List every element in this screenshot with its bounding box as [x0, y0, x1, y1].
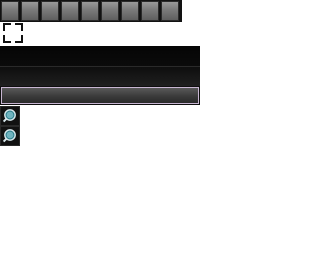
- corner-top-right: [15, 23, 23, 31]
- toolbar-tile-3[interactable]: [41, 1, 59, 21]
- zoom-in-icon: [2, 109, 16, 123]
- zoom-out-button[interactable]: [0, 126, 20, 146]
- dark-bar-hover[interactable]: [0, 66, 200, 86]
- toolbar-tile-8[interactable]: [141, 1, 159, 21]
- zoom-out-icon: [2, 129, 16, 143]
- toolbar-tile-1[interactable]: [1, 1, 19, 21]
- dark-bar-normal[interactable]: [0, 46, 200, 66]
- corner-bottom-left: [3, 35, 11, 43]
- toolbar-tile-5[interactable]: [81, 1, 99, 21]
- toolbar-tile-strip: [0, 0, 182, 22]
- dark-bar-selected[interactable]: [0, 86, 200, 105]
- corner-top-left: [3, 23, 11, 31]
- toolbar-tile-9[interactable]: [161, 1, 179, 21]
- zoom-in-button[interactable]: [0, 106, 20, 126]
- ui-sprite-sheet: [0, 0, 256, 256]
- toolbar-tile-7[interactable]: [121, 1, 139, 21]
- toolbar-tile-4[interactable]: [61, 1, 79, 21]
- toolbar-tile-6[interactable]: [101, 1, 119, 21]
- toolbar-tile-2[interactable]: [21, 1, 39, 21]
- fullscreen-icon[interactable]: [2, 22, 24, 44]
- dark-bar-selected-inner: [1, 87, 199, 104]
- corner-bottom-right: [15, 35, 23, 43]
